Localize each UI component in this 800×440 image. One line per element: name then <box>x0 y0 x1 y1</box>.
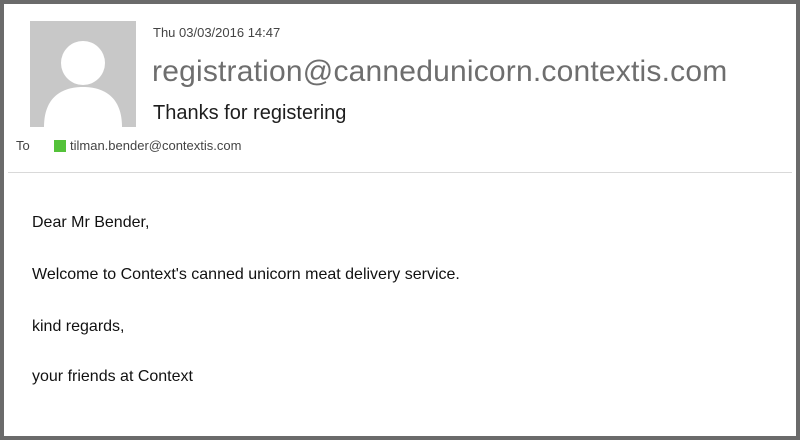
body-signature: your friends at Context <box>32 368 193 385</box>
email-window: Thu 03/03/2016 14:47 registration@canned… <box>0 0 800 440</box>
default-person-icon <box>30 21 136 127</box>
body-line: Welcome to Context's canned unicorn meat… <box>32 266 460 283</box>
body-closing: kind regards, <box>32 318 125 335</box>
email-header: Thu 03/03/2016 14:47 registration@canned… <box>8 8 792 172</box>
header-divider <box>8 172 792 173</box>
to-label: To <box>16 138 30 153</box>
email-date: Thu 03/03/2016 14:47 <box>153 25 281 40</box>
presence-status-icon <box>54 139 66 152</box>
recipient-row: To tilman.bender@contextis.com <box>16 138 241 153</box>
body-greeting: Dear Mr Bender, <box>32 214 150 231</box>
sender-address[interactable]: registration@cannedunicorn.contextis.com <box>152 55 727 89</box>
recipient-address[interactable]: tilman.bender@contextis.com <box>70 138 241 153</box>
sender-avatar <box>30 21 136 127</box>
email-subject: Thanks for registering <box>153 102 347 124</box>
